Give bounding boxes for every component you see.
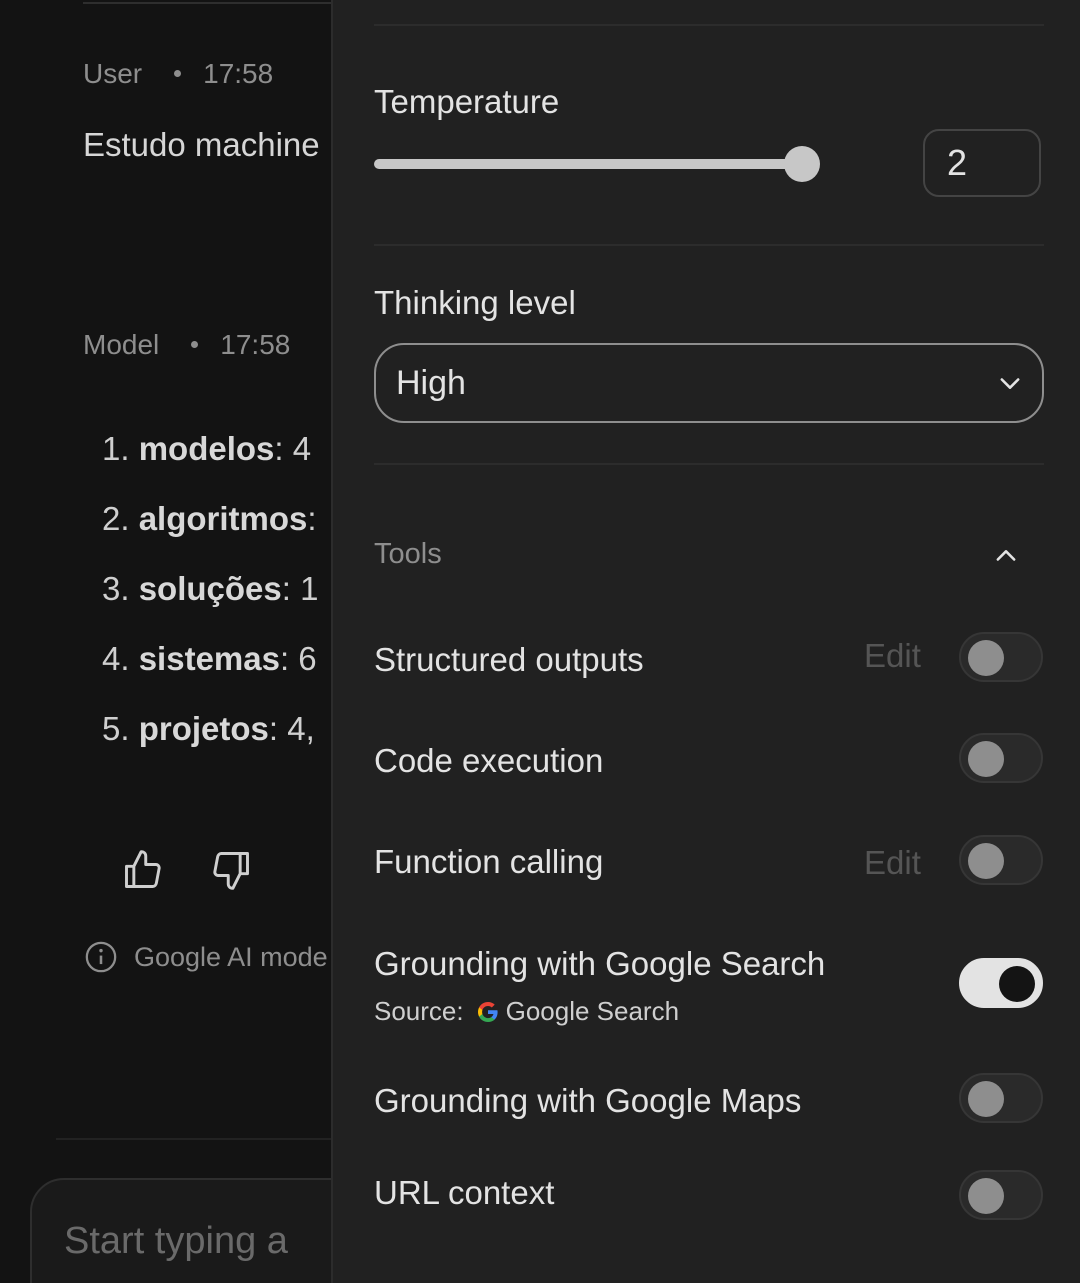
google-maps-grounding-toggle[interactable] bbox=[959, 1073, 1043, 1123]
temperature-label: Temperature bbox=[374, 83, 560, 120]
info-icon bbox=[85, 941, 117, 973]
list-item: 3. soluções: 1 bbox=[102, 570, 319, 607]
disclaimer-text: Google AI mode bbox=[134, 941, 328, 972]
toggle-knob bbox=[968, 741, 1004, 777]
chat-pane: User 17:58 Estudo machine Model 17:58 1. m… bbox=[0, 0, 331, 1283]
google-logo-icon bbox=[477, 1001, 498, 1022]
user-message-text: Estudo machine bbox=[83, 126, 320, 163]
toggle-knob bbox=[968, 843, 1004, 879]
thumbs-up-icon[interactable] bbox=[121, 848, 165, 892]
source-prefix: Source: bbox=[374, 996, 464, 1026]
temperature-slider-track[interactable] bbox=[374, 159, 802, 169]
temperature-slider-thumb[interactable] bbox=[784, 146, 820, 182]
chevron-down-icon bbox=[1000, 378, 1020, 389]
divider bbox=[374, 24, 1044, 26]
structured-outputs-toggle[interactable] bbox=[959, 632, 1043, 682]
function-calling-edit-button[interactable]: Edit bbox=[864, 844, 921, 882]
divider bbox=[56, 1138, 331, 1140]
toggle-knob bbox=[968, 1081, 1004, 1117]
tools-label: Tools bbox=[374, 538, 442, 570]
google-maps-grounding-label: Grounding with Google Maps bbox=[374, 1082, 802, 1119]
thinking-level-label: Thinking level bbox=[374, 284, 576, 321]
toggle-knob bbox=[968, 640, 1004, 676]
source-name: Google Search bbox=[505, 996, 680, 1026]
tools-section-header[interactable]: Tools bbox=[374, 538, 1044, 574]
list-item: 4. sistemas: 6 bbox=[102, 640, 317, 677]
grounding-source: Source: Google Search bbox=[374, 996, 679, 1027]
run-settings-panel: Temperature Thinking level High Tools St… bbox=[331, 0, 1080, 1283]
message-time: 17:58 bbox=[220, 329, 291, 360]
divider bbox=[83, 2, 331, 8]
separator-dot bbox=[191, 341, 199, 349]
structured-outputs-edit-button[interactable]: Edit bbox=[864, 637, 921, 675]
prompt-input[interactable]: Start typing a bbox=[30, 1178, 331, 1283]
list-item: 2. algoritmos: bbox=[102, 500, 317, 537]
list-item: 5. projetos: 4, bbox=[102, 710, 315, 747]
structured-outputs-label: Structured outputs bbox=[374, 641, 644, 678]
model-response-list: 1. modelos: 4 2. algoritmos: 3. soluções… bbox=[102, 430, 318, 780]
thumbs-down-icon[interactable] bbox=[209, 848, 253, 892]
model-message-meta: Model 17:58 bbox=[83, 329, 290, 361]
thinking-level-value: High bbox=[396, 363, 466, 402]
message-author: User bbox=[83, 58, 143, 89]
code-execution-toggle[interactable] bbox=[959, 733, 1043, 783]
toggle-knob bbox=[999, 966, 1035, 1002]
function-calling-toggle[interactable] bbox=[959, 835, 1043, 885]
code-execution-label: Code execution bbox=[374, 742, 604, 779]
thinking-level-select[interactable]: High bbox=[374, 343, 1044, 423]
message-time: 17:58 bbox=[203, 58, 274, 89]
google-search-grounding-toggle[interactable] bbox=[959, 958, 1043, 1008]
prompt-placeholder: Start typing a bbox=[64, 1220, 288, 1262]
chevron-up-icon[interactable] bbox=[992, 542, 1020, 570]
temperature-input[interactable] bbox=[923, 129, 1041, 197]
separator-dot bbox=[174, 70, 182, 78]
url-context-label: URL context bbox=[374, 1174, 555, 1211]
divider bbox=[374, 463, 1044, 465]
message-author: Model bbox=[83, 329, 160, 360]
ai-disclaimer: Google AI mode bbox=[84, 940, 328, 974]
google-search-grounding-label: Grounding with Google Search bbox=[374, 945, 826, 982]
user-message-meta: User 17:58 bbox=[83, 58, 273, 90]
function-calling-label: Function calling bbox=[374, 843, 604, 880]
toggle-knob bbox=[968, 1178, 1004, 1214]
list-item: 1. modelos: 4 bbox=[102, 430, 312, 467]
url-context-toggle[interactable] bbox=[959, 1170, 1043, 1220]
divider bbox=[374, 244, 1044, 246]
